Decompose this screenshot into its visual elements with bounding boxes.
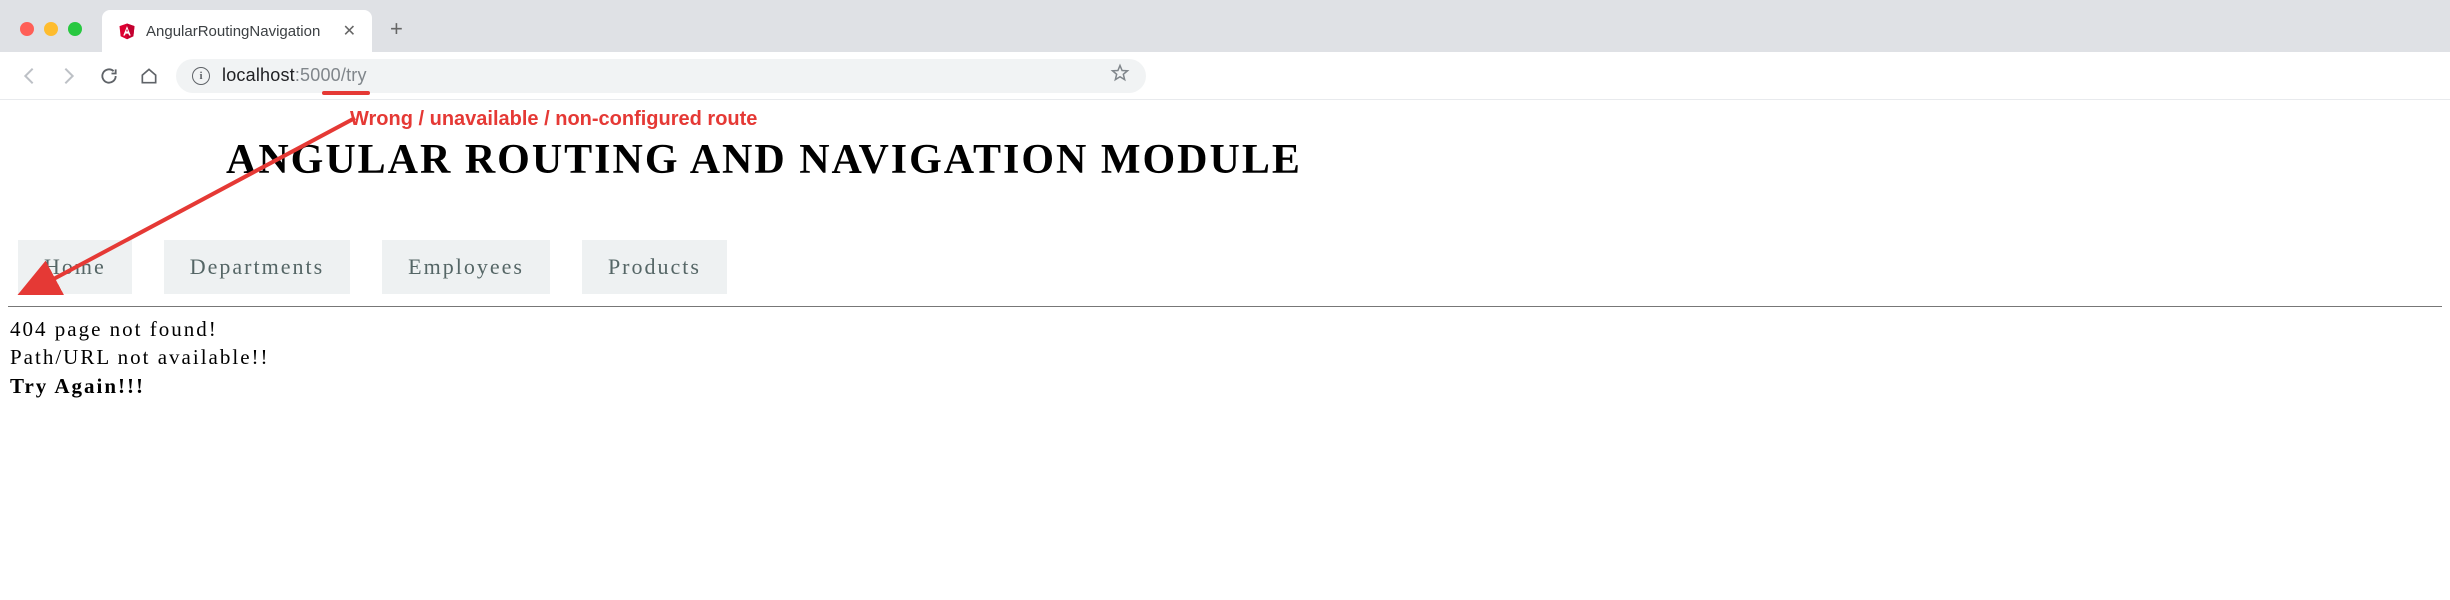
window-minimize-button[interactable] bbox=[44, 22, 58, 36]
error-line-path: Path/URL not available!! bbox=[10, 343, 2442, 371]
nav-departments-button[interactable]: Departments bbox=[164, 240, 350, 294]
error-line-404: 404 page not found! bbox=[10, 315, 2442, 343]
traffic-lights bbox=[0, 22, 102, 52]
nav-products-button[interactable]: Products bbox=[582, 240, 727, 294]
url-path: :5000/try bbox=[295, 65, 367, 85]
bookmark-star-icon[interactable] bbox=[1110, 63, 1130, 88]
nav-employees-button[interactable]: Employees bbox=[382, 240, 550, 294]
tab-close-icon[interactable]: ✕ bbox=[343, 21, 356, 41]
browser-tab-strip: AngularRoutingNavigation ✕ + bbox=[0, 0, 2450, 52]
angular-favicon bbox=[118, 22, 136, 40]
back-button[interactable] bbox=[16, 63, 42, 89]
new-tab-button[interactable]: + bbox=[372, 16, 421, 52]
forward-button[interactable] bbox=[56, 63, 82, 89]
page-content: Wrong / unavailable / non-configured rou… bbox=[0, 100, 2450, 400]
annotation-label: Wrong / unavailable / non-configured rou… bbox=[350, 108, 757, 131]
error-block: 404 page not found! Path/URL not availab… bbox=[10, 315, 2442, 400]
reload-button[interactable] bbox=[96, 63, 122, 89]
browser-toolbar: i localhost:5000/try bbox=[0, 52, 2450, 100]
nav-home-button[interactable]: Home bbox=[18, 240, 132, 294]
url-text: localhost:5000/try bbox=[222, 65, 367, 86]
tab-title: AngularRoutingNavigation bbox=[146, 23, 333, 40]
tab-bar: AngularRoutingNavigation ✕ + bbox=[102, 0, 421, 52]
annotation-underline bbox=[322, 91, 370, 95]
error-line-try-again: Try Again!!! bbox=[10, 372, 2442, 400]
browser-tab[interactable]: AngularRoutingNavigation ✕ bbox=[102, 10, 372, 52]
url-host: localhost bbox=[222, 65, 295, 85]
home-button[interactable] bbox=[136, 63, 162, 89]
page-title: ANGULAR ROUTING AND NAVIGATION MODULE bbox=[226, 136, 2442, 184]
site-info-icon[interactable]: i bbox=[192, 67, 210, 85]
address-bar[interactable]: i localhost:5000/try bbox=[176, 59, 1146, 93]
window-close-button[interactable] bbox=[20, 22, 34, 36]
nav-button-row: Home Departments Employees Products bbox=[18, 240, 2442, 294]
window-maximize-button[interactable] bbox=[68, 22, 82, 36]
divider bbox=[8, 306, 2442, 307]
